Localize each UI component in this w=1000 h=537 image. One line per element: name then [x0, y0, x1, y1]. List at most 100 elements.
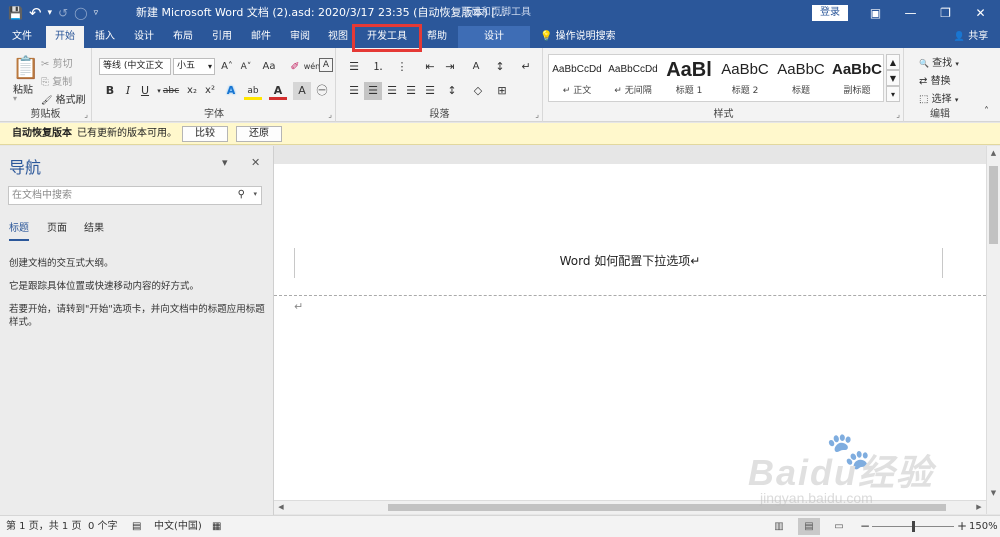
tab-help[interactable]: 帮助 [420, 26, 454, 48]
bullets-button[interactable]: ☰ [345, 58, 363, 76]
select-button[interactable]: ⬚ 选择 ▾ [919, 90, 958, 105]
grow-font-button[interactable]: A˄ [218, 58, 236, 76]
undo-icon[interactable]: ↶ [29, 0, 42, 26]
compare-button[interactable]: 比较 [182, 126, 228, 142]
style-title[interactable]: AaBbC 标题 [773, 55, 829, 101]
paragraph-launcher-icon[interactable]: ⌟ [535, 110, 539, 119]
superscript-button[interactable]: x² [201, 82, 219, 100]
tell-me-search[interactable]: 💡 操作说明搜索 [540, 26, 626, 48]
increase-indent-button[interactable]: ⇥ [441, 58, 459, 76]
vertical-scroll-thumb[interactable] [989, 166, 998, 244]
distributed-button[interactable]: ☰ [421, 82, 439, 100]
shading-button[interactable]: ◇ [469, 82, 487, 100]
strikethrough-button[interactable]: abc [160, 82, 182, 100]
print-layout-icon[interactable]: ▤ [798, 518, 820, 535]
sort-button[interactable]: ↕ [491, 58, 509, 76]
change-case-button[interactable]: Aa [257, 58, 281, 76]
document-page[interactable]: Word 如何配置下拉选项↵ ↵ [274, 164, 986, 500]
subscript-button[interactable]: x₂ [183, 82, 201, 100]
restore-button[interactable]: 还原 [236, 126, 282, 142]
clipboard-icon[interactable]: 📋 [12, 56, 39, 81]
bold-button[interactable]: B [101, 82, 119, 100]
char-border-button[interactable]: A [319, 58, 333, 72]
save-icon[interactable]: 💾 [8, 0, 23, 26]
tab-file[interactable]: 文件 [2, 26, 42, 48]
font-name-select[interactable]: 等线 (中文正文 [99, 58, 171, 75]
restore-icon[interactable]: ❐ [928, 0, 963, 26]
redo-icon[interactable]: ↺ [58, 0, 68, 26]
scroll-right-icon[interactable]: ▶ [972, 501, 986, 514]
document-area[interactable]: Word 如何配置下拉选项↵ ↵ [274, 146, 986, 500]
search-icon[interactable]: ⚲ [238, 189, 245, 200]
zoom-out-icon[interactable]: − [860, 516, 870, 537]
nav-tab-pages[interactable]: 页面 [47, 219, 67, 239]
numbering-button[interactable]: ⒈ [369, 58, 387, 76]
replace-button[interactable]: ⇄ 替换 [919, 72, 951, 87]
borders-button[interactable]: ⊞ [493, 82, 511, 100]
zoom-level[interactable]: 150% [969, 516, 998, 537]
nav-tab-results[interactable]: 结果 [84, 219, 104, 239]
font-size-select[interactable]: 小五 ▾ [173, 58, 215, 75]
zoom-in-icon[interactable]: + [957, 516, 967, 537]
close-icon[interactable]: ✕ [963, 0, 998, 26]
font-color-button[interactable]: A [269, 82, 287, 100]
tab-header-footer-design[interactable]: 设计 [458, 26, 530, 48]
tab-review[interactable]: 审阅 [283, 26, 317, 48]
clipboard-launcher-icon[interactable]: ⌟ [84, 110, 88, 119]
paste-dropdown-icon[interactable]: ▾ [13, 94, 17, 103]
track-changes-icon[interactable]: ▦ [212, 516, 221, 537]
nav-close-icon[interactable]: ✕ [251, 156, 260, 169]
cut-button[interactable]: ✂ 剪切 [41, 55, 73, 70]
chinese-layout-button[interactable]: A [467, 58, 485, 76]
undo-dropdown-icon[interactable]: ▾ [48, 0, 53, 26]
styles-launcher-icon[interactable]: ⌟ [896, 110, 900, 119]
center-button[interactable]: ☰ [364, 82, 382, 100]
horizontal-scroll-thumb[interactable] [388, 504, 946, 511]
char-shading-button[interactable]: A [293, 82, 311, 100]
autosave-icon[interactable]: ◯ [74, 0, 87, 26]
tab-home[interactable]: 开始 [46, 26, 84, 48]
tab-view[interactable]: 视图 [321, 26, 355, 48]
italic-button[interactable]: I [119, 82, 137, 100]
zoom-slider-thumb[interactable] [912, 521, 915, 532]
header-text[interactable]: Word 如何配置下拉选项↵ [274, 252, 986, 269]
horizontal-scrollbar[interactable]: ◀ ▶ [274, 500, 986, 514]
nav-options-icon[interactable]: ▾ [222, 156, 228, 169]
enclose-char-button[interactable]: ㊀ [313, 82, 331, 100]
scroll-up-icon[interactable]: ▲ [987, 146, 1000, 160]
nav-tab-headings[interactable]: 标题 [9, 219, 29, 241]
style-heading-2[interactable]: AaBbC 标题 2 [717, 55, 773, 101]
customize-qat-icon[interactable]: ▿ [94, 0, 99, 26]
login-button[interactable]: 登录 [812, 5, 848, 21]
clear-format-button[interactable]: ✐ [286, 58, 304, 76]
find-button[interactable]: 🔍 查找 ▾ [919, 54, 959, 69]
collapse-ribbon-icon[interactable]: ˄ [984, 106, 989, 117]
vertical-scrollbar[interactable]: ▲ ▼ [986, 146, 1000, 514]
more-styles-icon[interactable]: ▾ [886, 86, 900, 102]
minimize-icon[interactable]: — [893, 0, 928, 26]
scroll-left-icon[interactable]: ◀ [274, 501, 288, 514]
line-spacing-button[interactable]: ↕ [443, 82, 461, 100]
style-normal[interactable]: AaBbCcDd ↵ 正文 [549, 55, 605, 101]
style-subtitle[interactable]: AaBbC 副标题 [829, 55, 885, 101]
font-launcher-icon[interactable]: ⌟ [328, 110, 332, 119]
shrink-font-button[interactable]: A˅ [237, 58, 255, 76]
ribbon-display-icon[interactable]: ▣ [858, 0, 893, 26]
text-effects-button[interactable]: A [222, 82, 240, 100]
scroll-down-icon[interactable]: ▼ [987, 486, 1000, 500]
tab-layout[interactable]: 布局 [166, 26, 200, 48]
align-left-button[interactable]: ☰ [345, 82, 363, 100]
paragraph-mark[interactable]: ↵ [294, 300, 303, 313]
search-dropdown-icon[interactable]: ▾ [253, 190, 257, 198]
justify-button[interactable]: ☰ [402, 82, 420, 100]
tab-design[interactable]: 设计 [127, 26, 161, 48]
show-marks-button[interactable]: ↵ [517, 58, 535, 76]
word-count[interactable]: 0 个字 [88, 516, 118, 537]
style-heading-1[interactable]: AaBl 标题 1 [661, 55, 717, 101]
read-mode-icon[interactable]: ▥ [768, 518, 790, 535]
share-button[interactable]: 👤 共享 [946, 26, 996, 48]
chevron-up-icon[interactable]: ▲ [886, 54, 900, 70]
web-layout-icon[interactable]: ▭ [828, 518, 850, 535]
chevron-down-icon[interactable]: ▼ [886, 70, 900, 86]
copy-button[interactable]: ⎘ 复制 [41, 73, 72, 88]
